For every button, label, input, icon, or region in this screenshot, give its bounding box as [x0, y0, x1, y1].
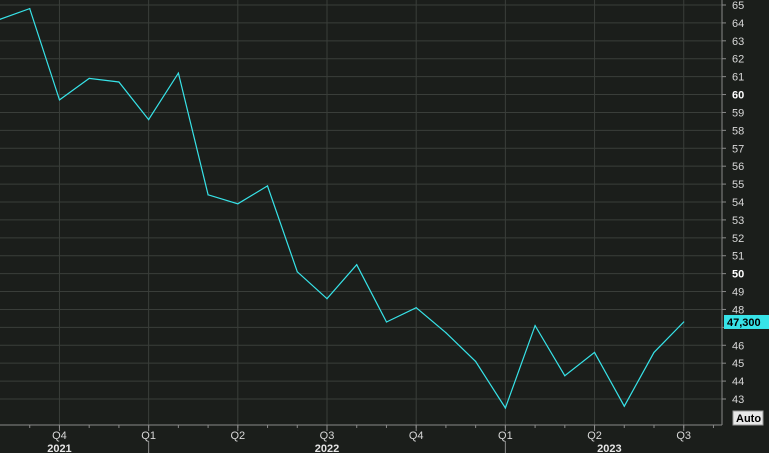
- y-tick-label: 57: [732, 143, 744, 155]
- y-tick-label: 62: [732, 54, 744, 66]
- last-value-label: 47,300: [727, 317, 761, 329]
- data-point: [148, 119, 150, 121]
- data-point: [118, 81, 120, 83]
- y-tick-label: 43: [732, 394, 744, 406]
- data-point: [623, 405, 625, 407]
- data-point: [385, 321, 388, 323]
- chart-window: 65 64 63 62 61 60 59 58 57 56 55 54 53 52 51 50 49 48 46 45…: [0, 0, 769, 453]
- y-tick-label: 53: [732, 215, 744, 227]
- data-point: [534, 324, 536, 327]
- line-chart: 65 64 63 62 61 60 59 58 57 56 55 54 53 52 51 50 49 48 46 45…: [0, 0, 769, 453]
- data-point: [207, 194, 209, 196]
- data-point: [326, 298, 328, 300]
- data-point: [504, 407, 506, 409]
- y-tick-label: 54: [732, 197, 744, 209]
- y-tick-label: 59: [732, 107, 744, 119]
- x-quarter-label: Q4: [409, 430, 424, 442]
- data-point: [177, 72, 179, 74]
- data-point: [445, 332, 447, 334]
- x-year-label: 2021: [47, 443, 71, 453]
- data-point: [266, 185, 269, 187]
- y-tick-label: 56: [732, 161, 744, 173]
- y-tick-label: 49: [732, 287, 744, 299]
- y-tick-label: 61: [732, 72, 744, 84]
- x-quarter-label: Q4: [52, 430, 67, 442]
- y-tick-label: 60: [732, 90, 744, 102]
- x-quarter-label: Q3: [676, 430, 691, 442]
- y-tick-label: 48: [732, 304, 744, 316]
- auto-scale-button-label[interactable]: Auto: [736, 413, 761, 425]
- data-point: [58, 99, 61, 101]
- data-point: [237, 203, 239, 205]
- x-year-label: 2023: [597, 443, 621, 453]
- y-tick-label: 63: [732, 36, 744, 48]
- plot-area: [0, 0, 722, 425]
- x-year-label: 2022: [315, 443, 339, 453]
- y-tick-label: 44: [732, 376, 744, 388]
- x-quarter-label: Q3: [320, 430, 335, 442]
- data-point: [88, 77, 90, 80]
- data-point: [356, 264, 358, 266]
- data-point: [593, 351, 596, 354]
- data-point: [296, 271, 298, 273]
- y-tick-label: 52: [732, 233, 744, 245]
- x-quarter-label: Q1: [141, 430, 156, 442]
- y-tick-label: 58: [732, 125, 744, 137]
- y-tick-label: 65: [732, 0, 744, 12]
- data-point: [653, 351, 655, 354]
- data-point: [415, 307, 417, 309]
- x-quarter-label: Q1: [498, 430, 513, 442]
- data-point: [475, 360, 477, 362]
- y-tick-label: 50: [732, 269, 744, 281]
- data-point: [683, 321, 685, 323]
- data-point: [29, 7, 31, 10]
- x-quarter-label: Q2: [587, 430, 602, 442]
- y-tick-label: 51: [732, 251, 744, 263]
- y-tick-label: 64: [732, 18, 744, 30]
- y-tick-label: 55: [732, 179, 744, 191]
- data-point: [564, 375, 566, 377]
- x-quarter-label: Q2: [230, 430, 245, 442]
- y-tick-label: 45: [732, 358, 744, 370]
- y-tick-label: 46: [732, 340, 744, 352]
